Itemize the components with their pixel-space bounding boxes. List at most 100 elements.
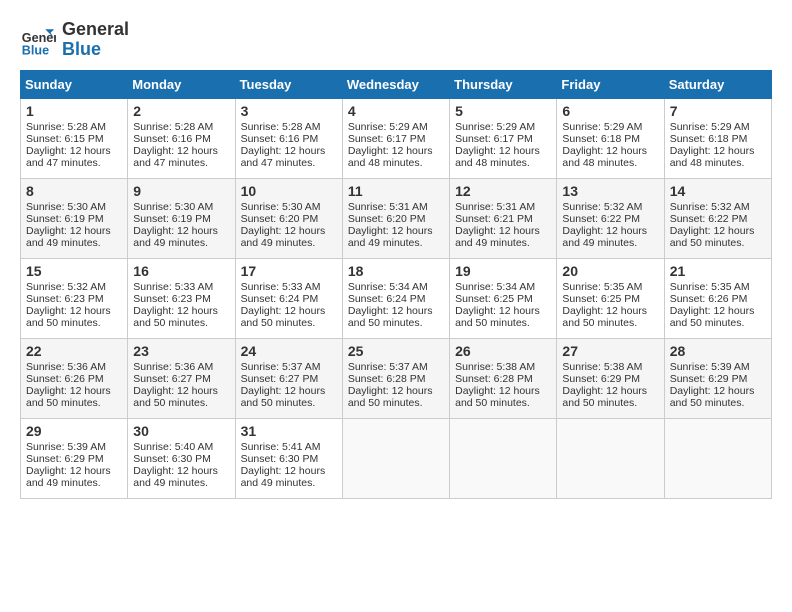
col-header-saturday: Saturday bbox=[664, 70, 771, 98]
day-number: 4 bbox=[348, 103, 444, 119]
calendar-cell: 22Sunrise: 5:36 AMSunset: 6:26 PMDayligh… bbox=[21, 338, 128, 418]
day-info-line: and 48 minutes. bbox=[670, 157, 766, 169]
day-info-line: and 49 minutes. bbox=[26, 237, 122, 249]
day-info-line: Sunset: 6:25 PM bbox=[562, 293, 658, 305]
day-info-line: Daylight: 12 hours bbox=[455, 385, 551, 397]
day-info-line: Sunset: 6:22 PM bbox=[562, 213, 658, 225]
calendar-cell: 14Sunrise: 5:32 AMSunset: 6:22 PMDayligh… bbox=[664, 178, 771, 258]
calendar-header-row: SundayMondayTuesdayWednesdayThursdayFrid… bbox=[21, 70, 772, 98]
day-info-line: Sunset: 6:18 PM bbox=[670, 133, 766, 145]
day-info-line: and 50 minutes. bbox=[348, 397, 444, 409]
logo-general: General bbox=[62, 20, 129, 40]
day-info-line: Sunrise: 5:29 AM bbox=[562, 121, 658, 133]
calendar-cell: 3Sunrise: 5:28 AMSunset: 6:16 PMDaylight… bbox=[235, 98, 342, 178]
day-info-line: Sunset: 6:29 PM bbox=[562, 373, 658, 385]
calendar-week-2: 8Sunrise: 5:30 AMSunset: 6:19 PMDaylight… bbox=[21, 178, 772, 258]
day-number: 30 bbox=[133, 423, 229, 439]
calendar-cell: 11Sunrise: 5:31 AMSunset: 6:20 PMDayligh… bbox=[342, 178, 449, 258]
day-info-line: and 49 minutes. bbox=[241, 477, 337, 489]
day-number: 2 bbox=[133, 103, 229, 119]
day-info-line: Sunrise: 5:39 AM bbox=[670, 361, 766, 373]
day-info-line: Sunset: 6:17 PM bbox=[348, 133, 444, 145]
svg-text:Blue: Blue bbox=[22, 43, 49, 57]
day-info-line: and 50 minutes. bbox=[241, 397, 337, 409]
calendar-week-1: 1Sunrise: 5:28 AMSunset: 6:15 PMDaylight… bbox=[21, 98, 772, 178]
day-info-line: Sunrise: 5:32 AM bbox=[670, 201, 766, 213]
col-header-tuesday: Tuesday bbox=[235, 70, 342, 98]
logo-icon: General Blue bbox=[20, 22, 56, 58]
day-info-line: Daylight: 12 hours bbox=[26, 305, 122, 317]
day-info-line: Sunset: 6:16 PM bbox=[241, 133, 337, 145]
calendar-cell bbox=[450, 418, 557, 498]
day-info-line: Sunrise: 5:39 AM bbox=[26, 441, 122, 453]
calendar-cell: 9Sunrise: 5:30 AMSunset: 6:19 PMDaylight… bbox=[128, 178, 235, 258]
logo-blue: Blue bbox=[62, 40, 129, 60]
day-number: 6 bbox=[562, 103, 658, 119]
day-info-line: Sunrise: 5:29 AM bbox=[670, 121, 766, 133]
day-info-line: and 49 minutes. bbox=[133, 477, 229, 489]
day-info-line: Sunset: 6:15 PM bbox=[26, 133, 122, 145]
day-info-line: and 50 minutes. bbox=[455, 317, 551, 329]
day-number: 12 bbox=[455, 183, 551, 199]
day-info-line: Sunrise: 5:38 AM bbox=[562, 361, 658, 373]
calendar-cell: 28Sunrise: 5:39 AMSunset: 6:29 PMDayligh… bbox=[664, 338, 771, 418]
calendar-cell: 2Sunrise: 5:28 AMSunset: 6:16 PMDaylight… bbox=[128, 98, 235, 178]
day-info-line: Sunrise: 5:35 AM bbox=[670, 281, 766, 293]
day-info-line: Sunset: 6:24 PM bbox=[348, 293, 444, 305]
day-info-line: Daylight: 12 hours bbox=[26, 465, 122, 477]
day-info-line: Sunrise: 5:41 AM bbox=[241, 441, 337, 453]
calendar-cell: 24Sunrise: 5:37 AMSunset: 6:27 PMDayligh… bbox=[235, 338, 342, 418]
day-info-line: and 49 minutes. bbox=[455, 237, 551, 249]
calendar-cell bbox=[342, 418, 449, 498]
logo: General Blue General Blue bbox=[20, 20, 129, 60]
calendar-cell: 20Sunrise: 5:35 AMSunset: 6:25 PMDayligh… bbox=[557, 258, 664, 338]
day-info-line: Sunrise: 5:33 AM bbox=[241, 281, 337, 293]
day-info-line: Daylight: 12 hours bbox=[26, 385, 122, 397]
day-info-line: and 50 minutes. bbox=[26, 317, 122, 329]
day-info-line: Sunset: 6:22 PM bbox=[670, 213, 766, 225]
day-info-line: Sunset: 6:24 PM bbox=[241, 293, 337, 305]
day-info-line: Sunset: 6:18 PM bbox=[562, 133, 658, 145]
day-info-line: and 48 minutes. bbox=[348, 157, 444, 169]
day-number: 1 bbox=[26, 103, 122, 119]
day-info-line: Daylight: 12 hours bbox=[26, 225, 122, 237]
day-info-line: Sunset: 6:27 PM bbox=[241, 373, 337, 385]
day-info-line: Daylight: 12 hours bbox=[241, 465, 337, 477]
day-info-line: Daylight: 12 hours bbox=[455, 225, 551, 237]
day-number: 11 bbox=[348, 183, 444, 199]
day-info-line: Sunrise: 5:31 AM bbox=[348, 201, 444, 213]
day-info-line: Daylight: 12 hours bbox=[133, 385, 229, 397]
day-info-line: and 47 minutes. bbox=[133, 157, 229, 169]
day-info-line: Sunset: 6:21 PM bbox=[455, 213, 551, 225]
calendar-cell: 12Sunrise: 5:31 AMSunset: 6:21 PMDayligh… bbox=[450, 178, 557, 258]
day-info-line: Sunrise: 5:33 AM bbox=[133, 281, 229, 293]
day-info-line: Daylight: 12 hours bbox=[348, 385, 444, 397]
calendar-cell: 15Sunrise: 5:32 AMSunset: 6:23 PMDayligh… bbox=[21, 258, 128, 338]
day-info-line: Sunrise: 5:29 AM bbox=[348, 121, 444, 133]
day-info-line: Daylight: 12 hours bbox=[133, 225, 229, 237]
day-info-line: Sunset: 6:28 PM bbox=[348, 373, 444, 385]
day-info-line: Daylight: 12 hours bbox=[348, 305, 444, 317]
day-info-line: Daylight: 12 hours bbox=[670, 305, 766, 317]
day-number: 3 bbox=[241, 103, 337, 119]
calendar-cell: 30Sunrise: 5:40 AMSunset: 6:30 PMDayligh… bbox=[128, 418, 235, 498]
day-info-line: and 48 minutes. bbox=[455, 157, 551, 169]
calendar-cell: 17Sunrise: 5:33 AMSunset: 6:24 PMDayligh… bbox=[235, 258, 342, 338]
day-info-line: and 50 minutes. bbox=[348, 317, 444, 329]
day-info-line: and 50 minutes. bbox=[562, 317, 658, 329]
day-info-line: Daylight: 12 hours bbox=[670, 385, 766, 397]
day-info-line: Sunrise: 5:28 AM bbox=[241, 121, 337, 133]
day-number: 27 bbox=[562, 343, 658, 359]
day-number: 8 bbox=[26, 183, 122, 199]
calendar-cell: 29Sunrise: 5:39 AMSunset: 6:29 PMDayligh… bbox=[21, 418, 128, 498]
day-info-line: Sunset: 6:30 PM bbox=[241, 453, 337, 465]
day-info-line: Sunrise: 5:35 AM bbox=[562, 281, 658, 293]
calendar-cell: 26Sunrise: 5:38 AMSunset: 6:28 PMDayligh… bbox=[450, 338, 557, 418]
day-info-line: and 49 minutes. bbox=[348, 237, 444, 249]
day-info-line: and 50 minutes. bbox=[26, 397, 122, 409]
day-number: 24 bbox=[241, 343, 337, 359]
calendar-cell: 31Sunrise: 5:41 AMSunset: 6:30 PMDayligh… bbox=[235, 418, 342, 498]
calendar-cell: 4Sunrise: 5:29 AMSunset: 6:17 PMDaylight… bbox=[342, 98, 449, 178]
day-number: 15 bbox=[26, 263, 122, 279]
day-info-line: Sunset: 6:26 PM bbox=[26, 373, 122, 385]
